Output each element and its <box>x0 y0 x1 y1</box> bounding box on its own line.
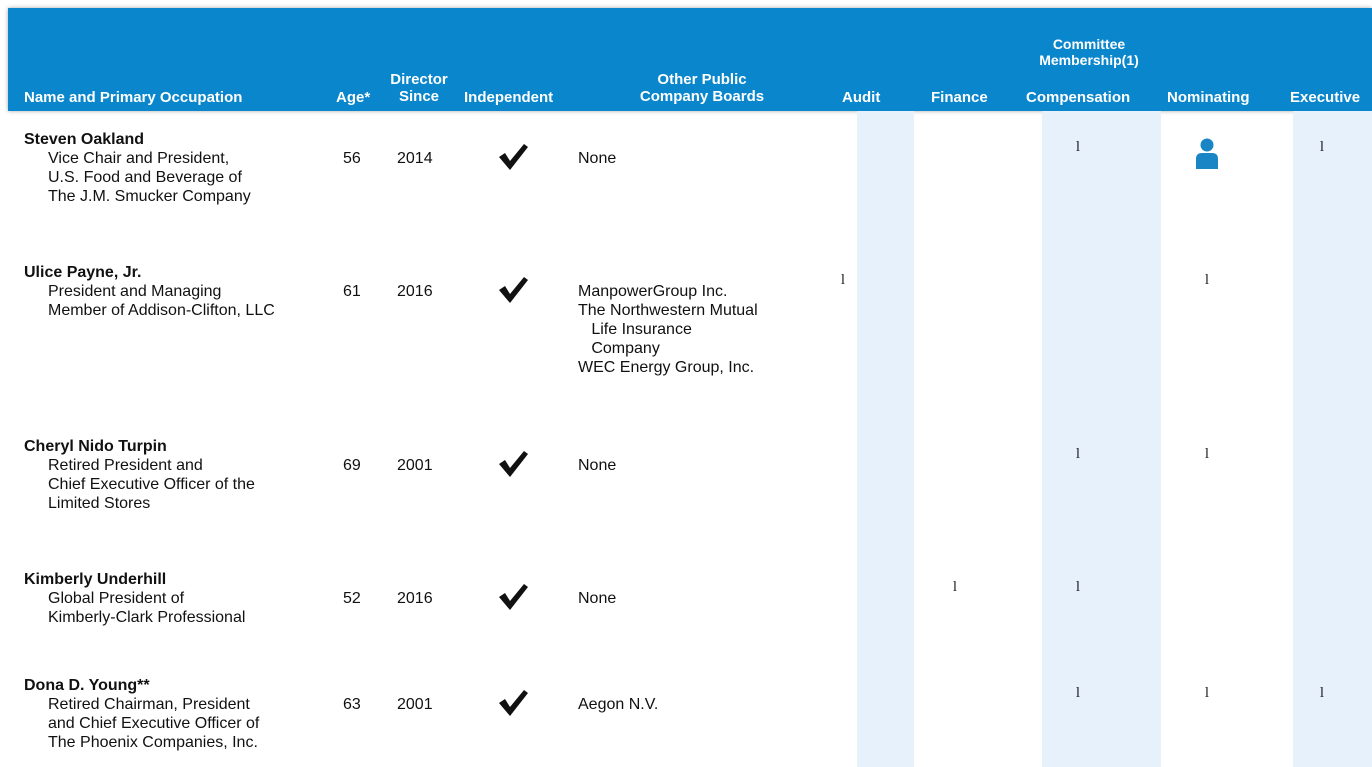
header-compensation: Compensation <box>1026 89 1131 106</box>
header-audit: Audit <box>842 89 881 106</box>
committee-audit-member-mark: l <box>840 272 846 288</box>
director-occupation-line: Global President of <box>48 590 185 607</box>
header-committee-group: Committee Membership(1) <box>1039 36 1139 68</box>
header-director-since: Director Since <box>390 71 448 105</box>
director-board-line: None <box>578 150 617 167</box>
committee-finance-member-mark: l <box>952 579 958 595</box>
compensation-column-shade <box>1042 111 1161 767</box>
committee-executive-member-mark: l <box>1319 685 1325 701</box>
director-since: 2001 <box>397 696 433 713</box>
director-since: 2016 <box>397 590 433 607</box>
director-since: 2014 <box>397 150 433 167</box>
director-occupation-line: Retired Chairman, President <box>48 696 250 713</box>
committee-compensation-member-mark: l <box>1075 139 1081 155</box>
director-age: 61 <box>343 283 361 300</box>
header-independent: Independent <box>464 89 554 106</box>
committee-executive-member-mark: l <box>1319 139 1325 155</box>
director-age: 52 <box>343 590 361 607</box>
director-name: Cheryl Nido Turpin <box>24 438 167 455</box>
director-occupation-line: Vice Chair and President, <box>48 150 230 167</box>
director-occupation-line: Kimberly-Clark Professional <box>48 609 246 626</box>
director-board-line: WEC Energy Group, Inc. <box>578 359 755 376</box>
director-occupation-line: The J.M. Smucker Company <box>48 188 251 205</box>
director-board-line: ManpowerGroup Inc. <box>578 283 728 300</box>
director-occupation-line: Chief Executive Officer of the <box>48 476 255 493</box>
committee-nominating-member-mark: l <box>1204 272 1210 288</box>
director-name: Kimberly Underhill <box>24 571 167 588</box>
committee-compensation-member-mark: l <box>1075 685 1081 701</box>
committee-compensation-member-mark: l <box>1075 446 1081 462</box>
audit-column-shade <box>857 111 914 767</box>
independent-check-icon <box>496 688 530 718</box>
director-occupation-line: U.S. Food and Beverage of <box>48 169 242 186</box>
director-name: Steven Oakland <box>24 131 145 148</box>
director-age: 69 <box>343 457 361 474</box>
director-board-line: None <box>578 457 617 474</box>
committee-nominating-member-mark: l <box>1204 685 1210 701</box>
director-occupation-line: President and Managing <box>48 283 222 300</box>
director-age: 63 <box>343 696 361 713</box>
director-board-line: Aegon N.V. <box>578 696 659 713</box>
header-finance: Finance <box>931 89 988 106</box>
director-board-line: The Northwestern Mutual <box>578 302 758 319</box>
director-since: 2001 <box>397 457 433 474</box>
director-occupation-line: The Phoenix Companies, Inc. <box>48 734 258 751</box>
independent-check-icon <box>496 142 530 172</box>
header-executive: Executive <box>1290 89 1361 106</box>
executive-column-shade <box>1293 111 1372 767</box>
independent-check-icon <box>496 275 530 305</box>
header-other-boards: Other Public Company Boards <box>639 71 765 105</box>
director-occupation-line: Retired President and <box>48 457 203 474</box>
director-board-line: None <box>578 590 617 607</box>
committee-chair-person-icon <box>1194 137 1220 169</box>
director-board-line: Company <box>578 340 660 357</box>
committee-nominating-member-mark: l <box>1204 446 1210 462</box>
independent-check-icon <box>496 582 530 612</box>
director-occupation-line: Member of Addison-Clifton, LLC <box>48 302 275 319</box>
director-board-line: Life Insurance <box>578 321 692 338</box>
header-nominating: Nominating <box>1167 89 1250 106</box>
director-occupation-line: Limited Stores <box>48 495 151 512</box>
director-name: Dona D. Young** <box>24 677 150 694</box>
header-name: Name and Primary Occupation <box>24 89 243 106</box>
director-name: Ulice Payne, Jr. <box>24 264 142 281</box>
director-since: 2016 <box>397 283 433 300</box>
director-occupation-line: and Chief Executive Officer of <box>48 715 260 732</box>
header-age: Age* <box>336 89 371 106</box>
independent-check-icon <box>496 449 530 479</box>
committee-compensation-member-mark: l <box>1075 579 1081 595</box>
director-age: 56 <box>343 150 361 167</box>
